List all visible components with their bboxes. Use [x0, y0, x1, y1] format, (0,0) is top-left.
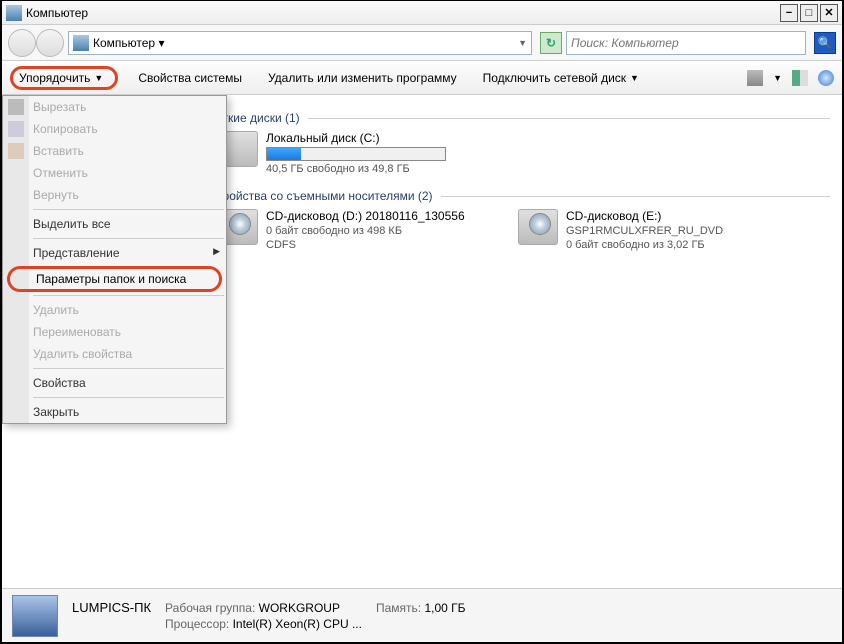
content-area: Вырезать Копировать Вставить Отменить Ве…	[2, 95, 842, 588]
titlebar[interactable]: Компьютер − □ ✕	[2, 1, 842, 25]
workgroup-value: WORKGROUP	[259, 601, 340, 615]
uninstall-program-button[interactable]: Удалить или изменить программу	[262, 68, 463, 88]
drive-free: 0 байт свободно из 498 КБ	[266, 225, 478, 237]
computer-icon	[73, 35, 89, 51]
refresh-button[interactable]: ↻	[540, 32, 562, 54]
cut-icon	[8, 99, 24, 115]
menu-separator	[33, 209, 224, 210]
menuitem-close[interactable]: Закрыть	[3, 401, 226, 423]
menu-separator	[33, 295, 224, 296]
menuitem-remove-properties: Удалить свойства	[3, 343, 226, 365]
menuitem-folder-options[interactable]: Параметры папок и поиска	[7, 266, 222, 292]
drive-d[interactable]: CD-дисковод (D:) 20180116_130556 0 байт …	[218, 209, 478, 251]
map-network-drive-button[interactable]: Подключить сетевой диск ▼	[477, 68, 645, 88]
drive-name: Локальный диск (C:)	[266, 131, 518, 145]
toolbar: Упорядочить ▼ Свойства системы Удалить и…	[2, 61, 842, 95]
menuitem-layout[interactable]: Представление▶	[3, 242, 226, 264]
forward-button[interactable]	[36, 29, 64, 57]
section-title: ройства со съемными носителями (2)	[223, 189, 433, 203]
pc-name: LUMPICS-ПК	[72, 600, 151, 615]
organize-label: Упорядочить	[19, 71, 90, 85]
menu-separator	[33, 238, 224, 239]
drive-free: 0 байт свободно из 3,02 ГБ	[566, 239, 778, 251]
organize-button[interactable]: Упорядочить ▼	[10, 66, 118, 90]
details-pane: LUMPICS-ПК Рабочая группа: WORKGROUP Пам…	[2, 588, 842, 642]
workgroup-label: Рабочая группа:	[165, 601, 255, 615]
chevron-down-icon[interactable]: ▼	[773, 73, 782, 83]
address-path: Компьютер ▾	[93, 36, 164, 50]
menu-separator	[33, 368, 224, 369]
address-bar: Компьютер ▾ ▼ ↻ 🔍	[2, 25, 842, 61]
explorer-window: Компьютер − □ ✕ Компьютер ▾ ▼ ↻ 🔍 Упоряд…	[0, 0, 844, 644]
organize-menu: Вырезать Копировать Вставить Отменить Ве…	[2, 95, 227, 424]
section-removable[interactable]: ▾ ройства со съемными носителями (2)	[214, 189, 830, 203]
chevron-down-icon: ▼	[630, 73, 639, 83]
drive-name: CD-дисковод (D:) 20180116_130556	[266, 209, 478, 223]
drive-e[interactable]: CD-дисковод (E:) GSP1RMCULXFRER_RU_DVD 0…	[518, 209, 778, 251]
computer-large-icon	[12, 595, 58, 637]
cpu-value: Intel(R) Xeon(R) CPU ...	[233, 617, 362, 631]
copy-icon	[8, 121, 24, 137]
menuitem-properties[interactable]: Свойства	[3, 372, 226, 394]
menu-separator	[33, 397, 224, 398]
section-title: ткие диски (1)	[223, 111, 300, 125]
drive-label: GSP1RMCULXFRER_RU_DVD	[566, 225, 778, 237]
menuitem-undo: Отменить	[3, 162, 226, 184]
usage-fill	[267, 148, 301, 160]
search-box[interactable]	[566, 31, 806, 55]
minimize-button[interactable]: −	[780, 4, 798, 22]
system-properties-button[interactable]: Свойства системы	[132, 68, 248, 88]
maximize-button[interactable]: □	[800, 4, 818, 22]
menuitem-cut: Вырезать	[3, 96, 226, 118]
section-hard-drives[interactable]: ▾ ткие диски (1)	[214, 111, 830, 125]
menuitem-delete: Удалить	[3, 299, 226, 321]
search-button[interactable]: 🔍	[814, 32, 836, 54]
address-box[interactable]: Компьютер ▾ ▼	[68, 31, 532, 55]
menuitem-select-all[interactable]: Выделить все	[3, 213, 226, 235]
usage-bar	[266, 147, 446, 161]
menuitem-copy: Копировать	[3, 118, 226, 140]
memory-value: 1,00 ГБ	[424, 601, 465, 615]
cpu-label: Процессор:	[165, 617, 229, 631]
menuitem-rename: Переименовать	[3, 321, 226, 343]
preview-pane-button[interactable]	[792, 70, 808, 86]
chevron-right-icon: ▶	[213, 246, 220, 257]
back-button[interactable]	[8, 29, 36, 57]
memory-label: Память:	[376, 601, 421, 615]
drive-free: 40,5 ГБ свободно из 49,8 ГБ	[266, 163, 518, 175]
menuitem-paste: Вставить	[3, 140, 226, 162]
help-button[interactable]	[818, 70, 834, 86]
window-title: Компьютер	[26, 6, 780, 20]
drive-c[interactable]: Локальный диск (C:) 40,5 ГБ свободно из …	[218, 131, 518, 175]
chevron-down-icon: ▼	[94, 73, 103, 83]
search-input[interactable]	[571, 36, 801, 50]
drive-name: CD-дисковод (E:)	[566, 209, 778, 223]
menuitem-redo: Вернуть	[3, 184, 226, 206]
dvd-drive-icon	[518, 209, 558, 245]
close-button[interactable]: ✕	[820, 4, 838, 22]
computer-icon	[6, 5, 22, 21]
chevron-down-icon[interactable]: ▼	[518, 38, 527, 48]
paste-icon	[8, 143, 24, 159]
drive-fs: CDFS	[266, 239, 478, 251]
main-pane: ▾ ткие диски (1) Локальный диск (C:) 40,…	[202, 95, 842, 588]
view-options-button[interactable]	[747, 70, 763, 86]
